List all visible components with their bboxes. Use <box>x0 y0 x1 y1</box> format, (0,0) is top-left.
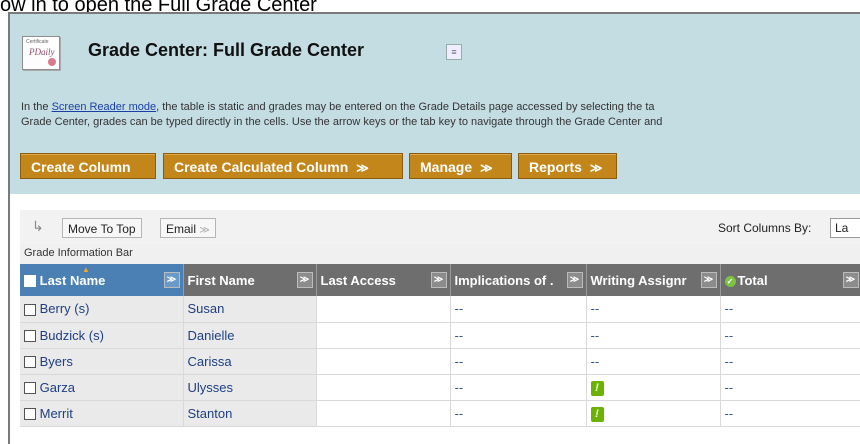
implications-grade-cell[interactable]: -- <box>450 322 587 349</box>
table-row: Garza Ulysses --! -- <box>20 374 860 401</box>
writing-assignment-grade-cell[interactable]: ! <box>586 374 721 401</box>
manage-button[interactable]: Manage ≫ <box>409 153 512 179</box>
total-grade-cell[interactable]: -- <box>720 374 860 401</box>
last-access-cell[interactable] <box>316 348 451 375</box>
page-title: Grade Center: Full Grade Center <box>88 40 365 60</box>
email-button[interactable]: Email ≫ <box>160 218 216 238</box>
writing-assignment-grade-cell[interactable]: ! <box>586 400 721 427</box>
first-name-cell: Danielle <box>183 322 317 349</box>
last-access-cell[interactable] <box>316 322 451 349</box>
row-checkbox[interactable] <box>24 303 36 316</box>
column-menu-icon: ≫ <box>430 272 447 288</box>
grade-information-bar: Grade Information Bar <box>20 244 860 265</box>
implications-grade-cell[interactable]: -- <box>450 400 587 427</box>
seal-icon <box>48 58 56 66</box>
grade-table: Last Name ▲ ≫ First Name ≫ Last Access ≫ Imp… <box>20 264 860 427</box>
double-chevron-icon: ≫ <box>480 161 493 175</box>
total-grade-cell[interactable]: -- <box>720 296 860 323</box>
logo-caption-icon: Certificate <box>26 39 49 45</box>
grade-center-frame: Certificate PDaily Grade Center: Full Gr… <box>8 12 860 444</box>
sort-columns-label: Sort Columns By: <box>718 221 812 235</box>
table-row: Byers Carissa -- -- -- <box>20 348 860 375</box>
column-header-first-name[interactable]: First Name ≫ <box>183 264 317 296</box>
total-grade-cell[interactable]: -- <box>720 348 860 375</box>
implications-grade-cell[interactable]: -- <box>450 374 587 401</box>
grid-toolbar: ↳ Move To Top Email ≫ Sort Columns By: L… <box>20 210 860 245</box>
table-header-row: Last Name ▲ ≫ First Name ≫ Last Access ≫ Imp… <box>20 264 860 296</box>
last-name-cell: Byers <box>20 348 184 375</box>
column-header-last-name[interactable]: Last Name ▲ ≫ <box>20 264 184 296</box>
row-checkbox[interactable] <box>24 356 36 369</box>
needs-grading-icon[interactable]: ! <box>590 406 604 422</box>
table-row: Merrit Stanton --! -- <box>20 400 860 427</box>
first-name-cell: Susan <box>183 296 317 323</box>
total-grade-cell[interactable]: -- <box>720 400 860 427</box>
first-name-cell: Carissa <box>183 348 317 375</box>
grade-center-grid: ↳ Move To Top Email ≫ Sort Columns By: L… <box>20 210 860 444</box>
column-menu-icon: ≫ <box>296 272 313 288</box>
course-logo: Certificate PDaily <box>22 36 60 70</box>
column-menu-icon: ≫ <box>700 272 717 288</box>
row-checkbox[interactable] <box>24 408 36 421</box>
column-menu-icon: ≫ <box>566 272 583 288</box>
double-chevron-icon: ≫ <box>589 161 603 175</box>
last-access-cell[interactable] <box>316 400 451 427</box>
select-all-checkbox[interactable] <box>24 275 36 288</box>
page-header: Certificate PDaily Grade Center: Full Gr… <box>10 14 860 194</box>
first-name-cell: Stanton <box>183 400 317 427</box>
logo-script-icon: PDaily <box>29 47 55 57</box>
total-check-icon: ✓ <box>724 275 736 287</box>
last-name-cell: Merrit <box>20 400 184 427</box>
needs-grading-icon[interactable]: ! <box>590 380 604 396</box>
last-access-cell[interactable] <box>316 296 451 323</box>
column-header-total[interactable]: ✓ Total ≫ <box>720 264 860 296</box>
move-arrow-icon: ↳ <box>32 218 44 234</box>
last-name-cell: Garza <box>20 374 184 401</box>
create-column-button[interactable]: Create Column <box>20 153 156 179</box>
column-header-writing-assignment[interactable]: Writing Assignr ≫ <box>586 264 721 296</box>
screen-reader-mode-link[interactable]: Screen Reader mode <box>52 101 157 113</box>
column-menu-icon: ≫ <box>163 272 180 288</box>
page-description: In the Screen Reader mode, the table is … <box>21 101 663 128</box>
last-access-cell[interactable] <box>316 374 451 401</box>
double-chevron-icon: ≫ <box>356 161 369 175</box>
column-header-last-access[interactable]: Last Access ≫ <box>316 264 451 296</box>
implications-grade-cell[interactable]: -- <box>450 296 587 323</box>
last-name-cell: Budzick (s) <box>20 322 184 349</box>
implications-grade-cell[interactable]: -- <box>450 348 587 375</box>
title-options-icon[interactable]: ≡ <box>446 44 462 60</box>
writing-assignment-grade-cell[interactable]: -- <box>586 322 721 349</box>
writing-assignment-grade-cell[interactable]: -- <box>586 348 721 375</box>
column-header-implications[interactable]: Implications of . ≫ <box>450 264 587 296</box>
reports-button[interactable]: Reports ≫ <box>518 153 617 179</box>
total-grade-cell[interactable]: -- <box>720 322 860 349</box>
table-row: Budzick (s) Danielle -- -- -- <box>20 322 860 349</box>
sort-columns-select[interactable]: La <box>830 218 860 238</box>
first-name-cell: Ulysses <box>183 374 317 401</box>
row-checkbox[interactable] <box>24 382 36 395</box>
last-name-cell: Berry (s) <box>20 296 184 323</box>
row-checkbox[interactable] <box>24 330 36 343</box>
chevron-down-icon: ≫ <box>199 225 210 236</box>
writing-assignment-grade-cell[interactable]: -- <box>586 296 721 323</box>
move-to-top-button[interactable]: Move To Top <box>62 218 142 238</box>
create-calculated-column-button[interactable]: Create Calculated Column ≫ <box>163 153 403 179</box>
sort-indicator-icon: ▲ <box>82 265 90 274</box>
table-row: Berry (s) Susan -- -- -- <box>20 296 860 323</box>
column-menu-icon: ≫ <box>842 272 859 288</box>
